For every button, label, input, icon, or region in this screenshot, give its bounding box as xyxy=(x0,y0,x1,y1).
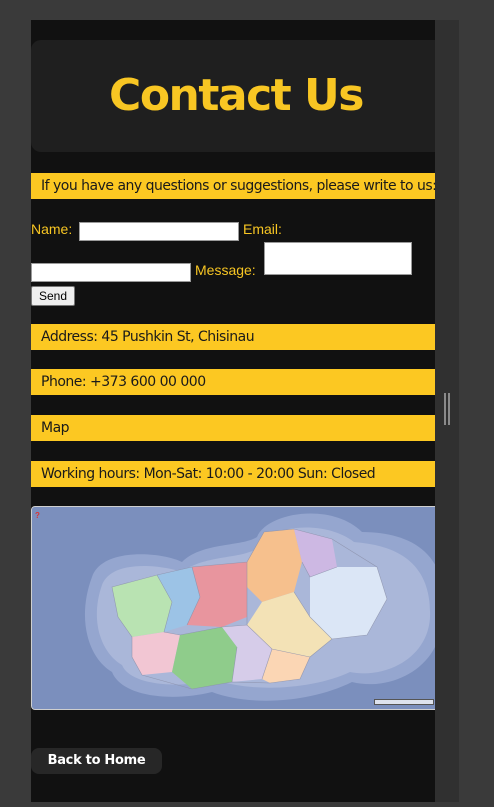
send-button[interactable]: Send xyxy=(31,286,75,306)
name-label: Name: xyxy=(31,221,73,237)
working-hours-info: Working hours: Mon-Sat: 10:00 - 20:00 Su… xyxy=(31,461,435,487)
map-marker-icon: ? xyxy=(35,511,40,520)
map-embed[interactable]: ? xyxy=(31,506,435,710)
header-card: Contact Us xyxy=(31,40,435,152)
phone-info: Phone: +373 600 00 000 xyxy=(31,369,435,395)
map-scale-bar xyxy=(374,699,434,705)
message-textarea[interactable] xyxy=(264,242,412,275)
message-label: Message: xyxy=(195,262,256,278)
intro-banner: If you have any questions or suggestions… xyxy=(31,173,435,199)
map-heading: Map xyxy=(31,415,435,441)
browser-page: Contact Us If you have any questions or … xyxy=(0,0,494,807)
back-to-home-button[interactable]: Back to Home xyxy=(31,748,162,774)
email-label: Email: xyxy=(243,221,282,237)
contact-page: Contact Us If you have any questions or … xyxy=(31,20,435,802)
name-input[interactable] xyxy=(79,222,239,241)
resize-handle[interactable] xyxy=(444,393,450,425)
page-title: Contact Us xyxy=(109,70,364,121)
email-input[interactable] xyxy=(31,263,191,282)
map-graphic xyxy=(32,507,435,709)
address-info: Address: 45 Pushkin St, Chisinau xyxy=(31,324,435,350)
